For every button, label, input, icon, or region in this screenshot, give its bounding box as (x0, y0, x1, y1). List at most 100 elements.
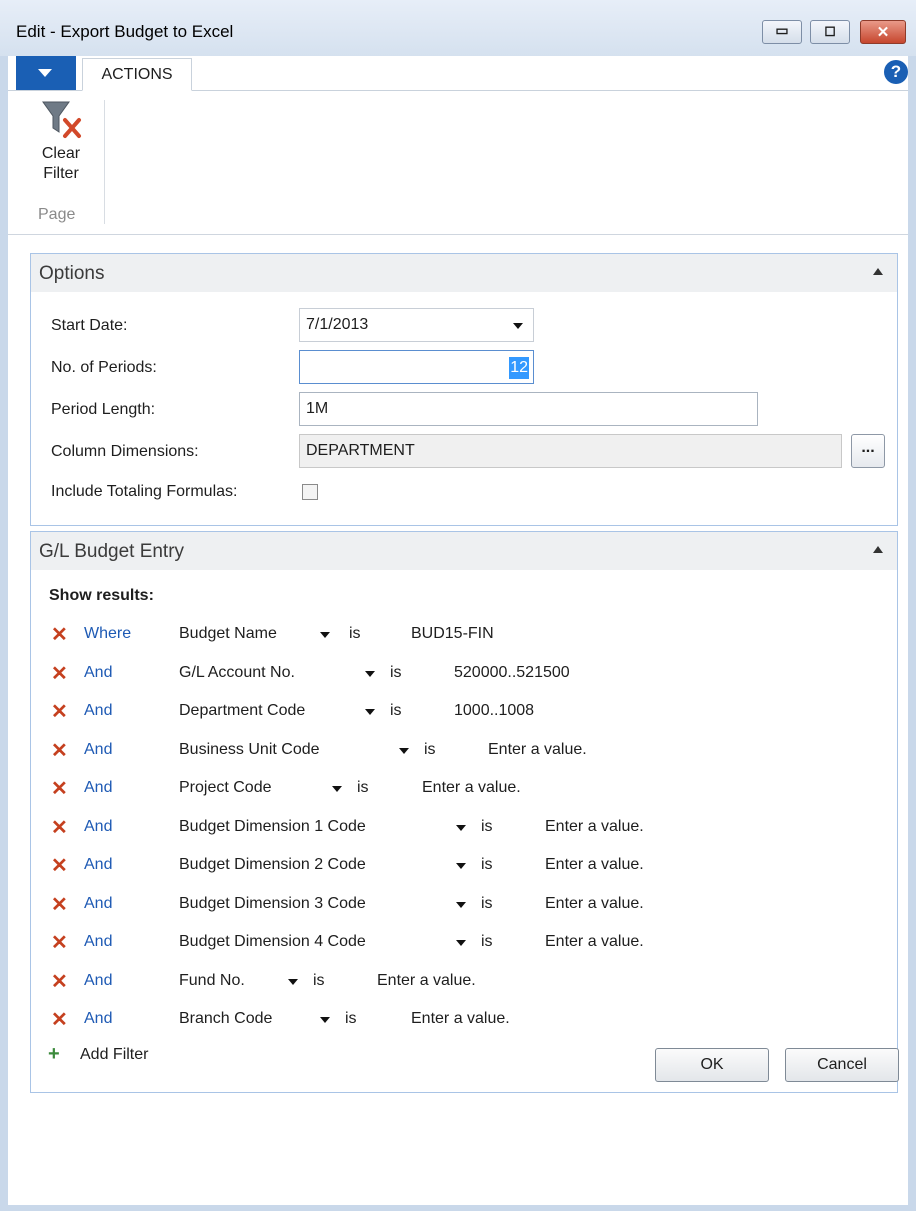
start-date-field[interactable]: 7/1/2013 (299, 308, 534, 342)
filter-conjunction: And (84, 971, 113, 989)
cancel-button[interactable]: Cancel (785, 1048, 899, 1082)
clear-filter-button[interactable]: Clear Filter (26, 98, 96, 184)
filter-field-name[interactable]: Budget Dimension 2 Code (179, 856, 366, 874)
filter-operator: is (481, 817, 493, 835)
column-dimensions-label: Column Dimensions: (51, 443, 199, 460)
window-title: Edit - Export Budget to Excel (16, 22, 234, 41)
gl-budget-entry-header[interactable]: G/L Budget Entry (31, 532, 897, 570)
remove-filter-icon[interactable]: ✕ (51, 815, 68, 840)
ribbon: ACTIONS ? Clear Filter Page (8, 56, 908, 235)
dropdown-arrow-icon[interactable] (320, 1017, 330, 1023)
maximize-button[interactable]: ◻ (810, 20, 850, 44)
column-dimensions-field[interactable]: DEPARTMENT (299, 434, 842, 468)
filter-operator: is (481, 933, 493, 950)
collapse-icon[interactable] (873, 268, 883, 275)
options-header[interactable]: Options (31, 254, 897, 292)
remove-filter-icon[interactable]: ✕ (51, 853, 68, 878)
filter-value[interactable]: BUD15-FIN (411, 625, 494, 643)
filter-field-name[interactable]: Budget Dimension 4 Code (179, 933, 366, 951)
filter-conjunction: Where (84, 625, 132, 642)
remove-filter-icon[interactable]: ✕ (51, 699, 68, 724)
include-totaling-label: Include Totaling Formulas: (51, 483, 238, 500)
minimize-button[interactable]: ▭ (762, 20, 802, 44)
filter-value[interactable]: Enter a value. (422, 779, 521, 797)
filter-field-name[interactable]: Department Code (179, 702, 305, 720)
start-date-label: Start Date: (51, 317, 128, 334)
filter-value[interactable]: 520000..521500 (454, 664, 570, 682)
ok-button[interactable]: OK (655, 1048, 769, 1082)
minimize-icon: ▭ (775, 22, 789, 38)
filter-field-name[interactable]: Budget Name (179, 625, 277, 643)
filter-operator: is (345, 1010, 357, 1027)
dropdown-arrow-icon[interactable] (320, 632, 330, 638)
assist-edit-button[interactable]: ... (851, 434, 885, 468)
filter-field-name[interactable]: Branch Code (179, 1010, 272, 1028)
period-length-label: Period Length: (51, 401, 156, 418)
filter-value[interactable]: Enter a value. (545, 933, 644, 951)
dropdown-arrow-icon[interactable] (332, 786, 342, 792)
filter-operator: is (357, 779, 369, 796)
show-results-label: Show results: (49, 587, 154, 604)
filter-field-name[interactable]: Business Unit Code (179, 741, 320, 759)
filter-row: ✕ And Branch Code is Enter a value. (0, 1007, 900, 1040)
ribbon-group-separator (104, 100, 105, 224)
period-length-field[interactable]: 1M (299, 392, 758, 426)
filter-row: ✕ And Budget Dimension 1 Code is Enter a val… (0, 815, 900, 848)
dropdown-arrow-icon[interactable] (288, 978, 298, 985)
dropdown-arrow-icon (38, 69, 52, 77)
dropdown-arrow-icon[interactable] (456, 901, 466, 908)
filter-row: ✕ And Budget Dimension 2 Code is Enter a val… (0, 853, 900, 886)
tab-actions[interactable]: ACTIONS (82, 58, 192, 91)
dropdown-arrow-icon[interactable] (456, 940, 466, 946)
filter-field-name[interactable]: Budget Dimension 1 Code (179, 818, 366, 836)
filter-conjunction: And (84, 817, 113, 835)
clear-filter-label-2: Filter (43, 165, 79, 182)
dropdown-arrow-icon[interactable] (456, 863, 466, 869)
remove-filter-icon[interactable]: ✕ (51, 776, 68, 801)
dropdown-arrow-icon[interactable] (365, 670, 375, 677)
dropdown-arrow-icon[interactable] (513, 323, 523, 329)
clear-filter-label-1: Clear (41, 145, 81, 162)
filter-value[interactable]: 1000..1008 (454, 702, 534, 720)
filter-value[interactable]: Enter a value. (377, 972, 476, 990)
filter-row: ✕ And Budget Dimension 3 Code is Enter a val… (0, 892, 900, 925)
filter-value[interactable]: Enter a value. (411, 1010, 510, 1028)
add-filter-label: Add Filter (80, 1046, 149, 1063)
close-icon: ✕ (876, 24, 890, 41)
remove-filter-icon[interactable]: ✕ (51, 622, 68, 647)
filter-value[interactable]: Enter a value. (545, 818, 644, 836)
no-of-periods-field[interactable]: 12 (299, 350, 534, 384)
filter-row: ✕ And Department Code is 1000..1008 (0, 699, 900, 732)
filter-row: ✕ And G/L Account No. is 520000..521500 (0, 661, 900, 694)
filter-field-name[interactable]: Project Code (179, 779, 272, 797)
dropdown-arrow-icon[interactable] (456, 824, 466, 831)
filter-field-name[interactable]: Fund No. (179, 972, 245, 990)
remove-filter-icon[interactable]: ✕ (51, 892, 68, 917)
filter-value[interactable]: Enter a value. (545, 895, 644, 913)
filter-row: ✕ Where Budget Name is BUD15-FIN (0, 622, 900, 655)
filter-field-name[interactable]: G/L Account No. (179, 664, 295, 682)
remove-filter-icon[interactable]: ✕ (51, 1007, 68, 1032)
filter-conjunction: And (84, 933, 113, 950)
filter-value[interactable]: Enter a value. (488, 741, 587, 759)
dropdown-arrow-icon[interactable] (365, 709, 375, 715)
remove-filter-icon[interactable]: ✕ (51, 738, 68, 763)
application-menu-button[interactable] (16, 56, 76, 90)
include-totaling-checkbox[interactable] (302, 484, 318, 500)
filter-field-name[interactable]: Budget Dimension 3 Code (179, 895, 366, 913)
no-of-periods-label: No. of Periods: (51, 359, 157, 376)
close-button[interactable]: ✕ (860, 20, 906, 44)
no-of-periods-value: 12 (509, 357, 529, 379)
period-length-value: 1M (306, 400, 329, 417)
remove-filter-icon[interactable]: ✕ (51, 661, 68, 686)
help-icon[interactable]: ? (884, 60, 908, 84)
filter-operator: is (349, 625, 361, 642)
filter-value[interactable]: Enter a value. (545, 856, 644, 874)
filter-row: ✕ And Fund No. is Enter a value. (0, 969, 900, 1002)
dropdown-arrow-icon[interactable] (399, 747, 409, 754)
filter-conjunction: And (84, 1010, 113, 1027)
remove-filter-icon[interactable]: ✕ (51, 930, 68, 955)
remove-filter-icon[interactable]: ✕ (51, 969, 68, 994)
collapse-icon[interactable] (873, 546, 883, 553)
title-bar: Edit - Export Budget to Excel ▭ ◻ ✕ (0, 0, 916, 56)
